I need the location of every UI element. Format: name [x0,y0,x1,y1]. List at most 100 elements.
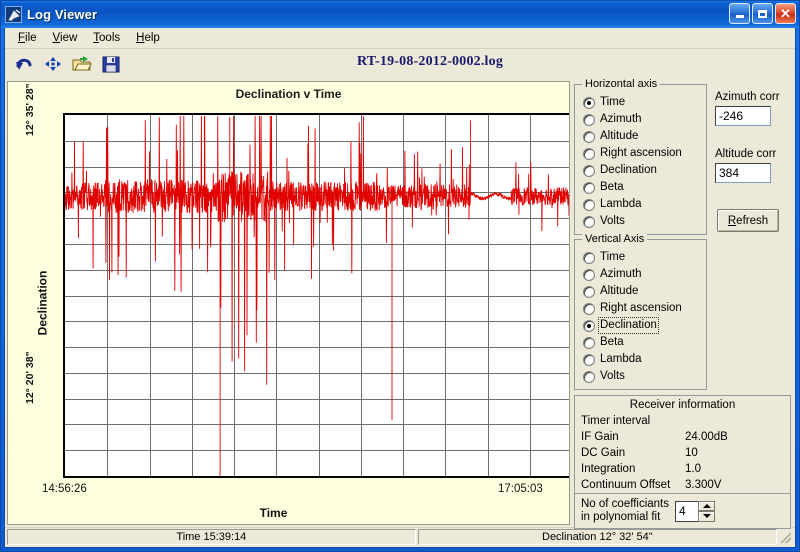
move-arrows-icon [44,57,61,71]
window-title: Log Viewer [27,7,98,22]
receiver-info-row: Timer interval [575,413,790,429]
menu-bar: File View Tools Help [5,28,795,49]
radio-icon[interactable] [583,130,595,143]
receiver-info-title: Receiver information [629,399,736,411]
receiver-info-key: Integration [581,463,636,475]
save-button[interactable] [98,52,123,76]
grid-lines [65,115,569,476]
receiver-info-value: 1.0 [685,463,701,475]
vertical-axis-option-declination[interactable]: Declination [579,317,702,334]
coefficients-spinner[interactable]: 4 [675,500,716,522]
vertical-axis-title: Vertical Axis [582,233,648,245]
vertical-axis-option-label: Volts [600,370,625,382]
menu-view[interactable]: View [46,30,85,46]
plot-area[interactable] [63,113,569,478]
chart-panel[interactable]: Declination v Time Declination Time 12° … [7,81,570,525]
horizontal-axis-option-lambda[interactable]: Lambda [579,196,702,213]
horizontal-axis-option-label: Lambda [600,198,642,210]
spinner-buttons [698,500,716,522]
menu-file[interactable]: File [11,30,44,46]
altitude-corr-input[interactable]: 384 [715,163,771,183]
horizontal-axis-title: Horizontal axis [582,78,661,90]
coefficients-input[interactable]: 4 [675,500,699,522]
radio-icon[interactable] [583,215,595,228]
horizontal-axis-option-label: Declination [600,164,657,176]
horizontal-axis-options: Time Azimuth Altitude Right ascension Declin… [579,94,702,230]
tool-bar: RT-19-08-2012-0002.log [5,49,795,79]
horizontal-axis-option-label: Volts [600,215,625,227]
save-floppy-icon [102,56,119,73]
radio-icon[interactable] [583,96,595,109]
vertical-axis-option-time[interactable]: Time [579,249,702,266]
chevron-up-icon [702,503,711,508]
minimize-button[interactable] [729,3,750,24]
vertical-axis-option-lambda[interactable]: Lambda [579,351,702,368]
receiver-info-row: DC Gain 10 [575,445,790,461]
menu-help[interactable]: Help [129,30,167,46]
radio-icon[interactable] [583,353,595,366]
azimuth-corr-input[interactable]: -246 [715,106,771,126]
vertical-axis-option-label: Right ascension [600,302,682,314]
close-icon: ✕ [780,6,791,21]
vertical-axis-option-altitude[interactable]: Altitude [579,283,702,300]
vertical-axis-option-label: Declination [598,317,659,334]
vertical-axis-option-label: Time [600,251,626,263]
open-button[interactable] [69,52,94,76]
azimuth-corr-label: Azimuth corr [715,91,780,103]
radio-icon[interactable] [583,181,595,194]
radio-icon[interactable] [583,164,595,177]
horizontal-axis-option-azimuth[interactable]: Azimuth [579,111,702,128]
horizontal-axis-group: Horizontal axis Time Azimuth Altitude Right… [574,78,707,235]
coefficients-caption: No of coefficiants in polynomial fit [581,498,669,524]
horizontal-axis-option-time[interactable]: Time [579,94,702,111]
vertical-axis-option-label: Azimuth [600,268,642,280]
receiver-info-row: IF Gain 24.00dB [575,429,790,445]
radio-icon[interactable] [583,336,595,349]
vertical-axis-option-right-ascension[interactable]: Right ascension [579,300,702,317]
radio-icon[interactable] [583,370,595,383]
vertical-axis-option-azimuth[interactable]: Azimuth [579,266,702,283]
horizontal-axis-option-volts[interactable]: Volts [579,213,702,230]
spinner-down-button[interactable] [698,511,716,522]
chevron-down-icon [702,514,711,519]
pan-button[interactable] [40,52,65,76]
horizontal-axis-option-altitude[interactable]: Altitude [579,128,702,145]
horizontal-axis-option-label: Azimuth [600,113,642,125]
radio-icon[interactable] [583,302,595,315]
controls-panel: Horizontal axis Time Azimuth Altitude Right… [571,78,795,529]
radio-icon[interactable] [583,198,595,211]
radio-icon[interactable] [583,268,595,281]
radio-icon[interactable] [583,147,595,160]
horizontal-axis-option-right-ascension[interactable]: Right ascension [579,145,702,162]
vertical-axis-option-label: Beta [600,336,624,348]
y-tick-bottom: 12° 20' 38" [24,351,36,404]
close-button[interactable]: ✕ [775,3,796,24]
radio-icon[interactable] [583,319,595,332]
undo-button[interactable] [11,52,36,76]
title-bar[interactable]: Log Viewer ✕ [1,1,799,28]
coefficients-caption-line2: in polynomial fit [581,511,661,523]
window-controls: ✕ [729,3,796,24]
menu-tools[interactable]: Tools [86,30,127,46]
vertical-axis-option-beta[interactable]: Beta [579,334,702,351]
radio-icon[interactable] [583,251,595,264]
spinner-up-button[interactable] [698,500,716,511]
radio-icon[interactable] [583,285,595,298]
client-area: File View Tools Help RT-19-08-2012-0002.… [4,28,796,548]
receiver-info-key: Continuum Offset [581,479,671,491]
horizontal-axis-option-declination[interactable]: Declination [579,162,702,179]
horizontal-axis-option-beta[interactable]: Beta [579,179,702,196]
radio-icon[interactable] [583,113,595,126]
refresh-button[interactable]: Refresh [717,209,779,232]
receiver-info-rows: Timer interval IF Gain 24.00dB DC Gain 10 Int… [575,413,790,493]
receiver-info-key: Timer interval [581,415,651,427]
receiver-information-panel: Receiver information Timer interval IF Ga… [574,395,791,529]
maximize-button[interactable] [752,3,773,24]
status-declination: Declination 12° 32' 54" [417,529,777,545]
receiver-info-key: DC Gain [581,447,626,459]
resize-grip-icon[interactable] [779,529,793,545]
receiver-info-value: 24.00dB [685,431,728,443]
vertical-axis-option-label: Lambda [600,353,642,365]
status-bar: Time 15:39:14 Declination 12° 32' 54" [5,527,795,547]
vertical-axis-option-volts[interactable]: Volts [579,368,702,385]
